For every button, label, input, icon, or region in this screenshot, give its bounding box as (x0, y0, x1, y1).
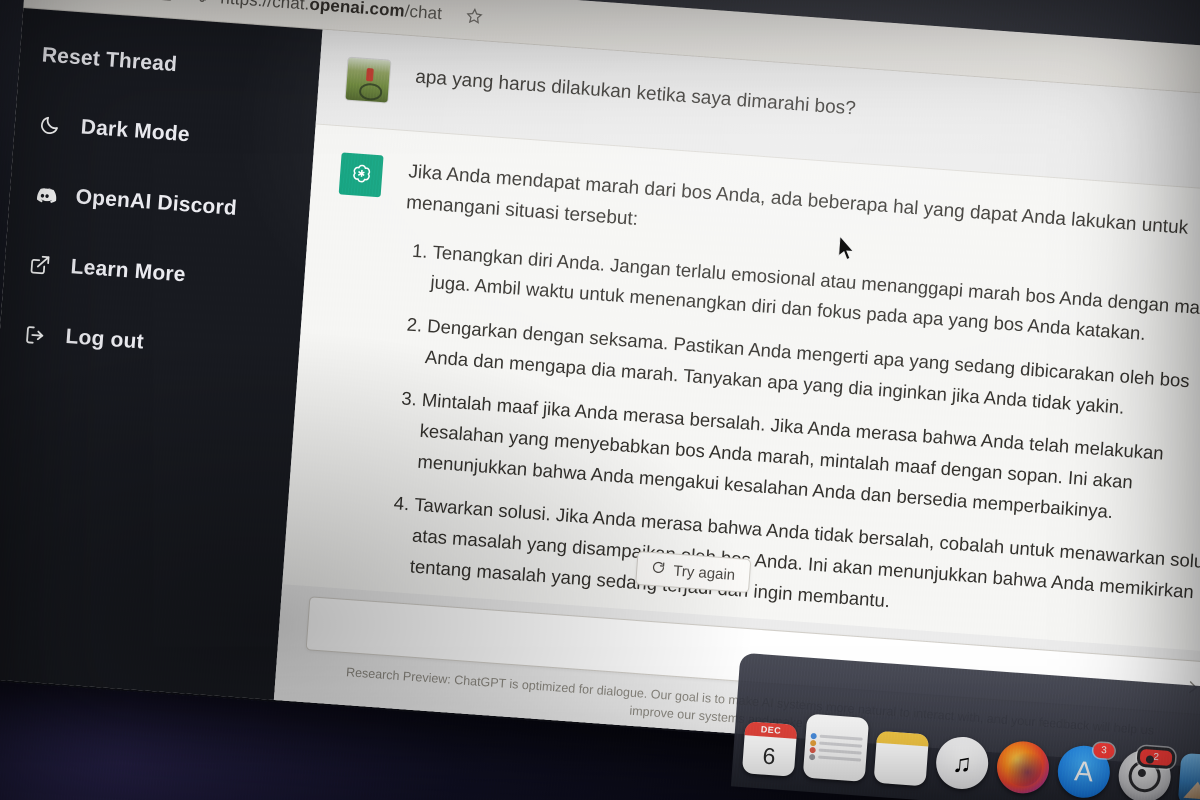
sidebar-item-label: Reset Thread (41, 43, 178, 77)
external-link-icon (26, 251, 54, 279)
sidebar-item-openai-discord[interactable]: OpenAI Discord (9, 180, 310, 228)
dock-item-photos[interactable] (1177, 752, 1200, 800)
dock-item-notes[interactable] (873, 730, 930, 787)
refresh-icon (651, 560, 666, 579)
tracking-protection-shield-icon[interactable] (124, 0, 145, 2)
chatgpt-logo (338, 152, 384, 198)
browser-window: https://chat.openai.com/chat Reset Threa… (0, 0, 1200, 772)
try-again-label: Try again (672, 562, 736, 584)
dock-item-calendar[interactable]: DEC 6 (741, 721, 798, 777)
dock-item-music[interactable]: ♫ (934, 735, 990, 791)
sidebar: Reset Thread Dark Mode OpenAI Discord Le… (0, 7, 323, 701)
sidebar-item-label: OpenAI Discord (74, 185, 238, 220)
sidebar-item-reset-thread[interactable]: Reset Thread (19, 42, 320, 88)
dock-item-reminders[interactable] (802, 713, 870, 782)
calendar-day: 6 (761, 742, 777, 769)
sidebar-item-label: Log out (64, 324, 145, 354)
sidebar-item-dark-mode[interactable]: Dark Mode (14, 110, 315, 158)
chatgpt-app: Reset Thread Dark Mode OpenAI Discord Le… (0, 7, 1200, 772)
discord-icon (31, 181, 59, 209)
assistant-steps-list: Tenangkan diri Anda. Jangan terlalu emos… (379, 235, 1200, 641)
user-avatar-photo (345, 57, 391, 103)
url-text[interactable]: https://chat.openai.com/chat (220, 0, 443, 24)
dock-item-firefox[interactable] (995, 739, 1051, 796)
conversation-panel: apa yang harus dilakukan ketika saya dim… (273, 29, 1200, 772)
url-prefix: https://chat. (219, 0, 311, 14)
dock-item-podcasts[interactable]: 2 (1116, 745, 1176, 800)
sidebar-item-log-out[interactable]: Log out (0, 319, 300, 367)
logout-icon (21, 321, 49, 349)
url-path: /chat (404, 1, 443, 23)
reload-icon[interactable] (78, 0, 106, 2)
dock-item-app-store[interactable]: A 3 (1056, 742, 1115, 800)
site-security-lock-icon[interactable] (156, 0, 177, 5)
sidebar-item-label: Learn More (69, 255, 187, 287)
sidebar-item-label: Dark Mode (80, 115, 191, 147)
bookmark-star-icon[interactable] (463, 5, 484, 26)
toolbar-right-icons (453, 5, 484, 27)
badge-count: 2 (1136, 745, 1176, 770)
laptop-bezel: https://chat.openai.com/chat Reset Threa… (0, 0, 1200, 773)
photo-of-laptop-screen: https://chat.openai.com/chat Reset Threa… (0, 0, 1200, 800)
badge-count: 3 (1092, 742, 1115, 759)
assistant-message-text: Jika Anda mendapat marah dari bos Anda, … (378, 157, 1200, 653)
page-permissions-icon[interactable] (188, 0, 209, 7)
moon-icon (36, 111, 64, 139)
url-domain: openai.com (308, 0, 406, 21)
sidebar-item-learn-more[interactable]: Learn More (4, 249, 305, 297)
